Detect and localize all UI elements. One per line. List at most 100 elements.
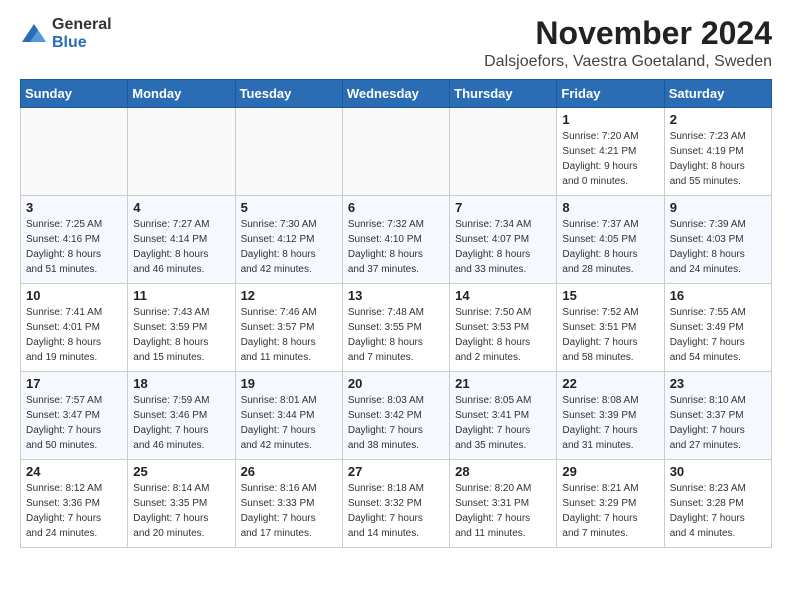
day-number: 24 bbox=[26, 464, 122, 479]
day-number: 15 bbox=[562, 288, 658, 303]
calendar-cell: 30 Sunrise: 8:23 AMSunset: 3:28 PMDayligh… bbox=[664, 460, 771, 548]
weekday-header-sunday: Sunday bbox=[21, 80, 128, 108]
day-info: Sunrise: 7:52 AMSunset: 3:51 PMDaylight:… bbox=[562, 305, 658, 365]
title-area: November 2024 Dalsjoefors, Vaestra Goeta… bbox=[484, 16, 772, 71]
day-info: Sunrise: 8:03 AMSunset: 3:42 PMDaylight:… bbox=[348, 393, 444, 453]
logo: General Blue bbox=[20, 16, 112, 52]
day-info: Sunrise: 8:21 AMSunset: 3:29 PMDaylight:… bbox=[562, 481, 658, 541]
day-number: 8 bbox=[562, 200, 658, 215]
calendar-cell: 8 Sunrise: 7:37 AMSunset: 4:05 PMDaylight… bbox=[557, 196, 664, 284]
calendar-cell bbox=[342, 108, 449, 196]
day-info: Sunrise: 7:34 AMSunset: 4:07 PMDaylight:… bbox=[455, 217, 551, 277]
calendar: SundayMondayTuesdayWednesdayThursdayFrid… bbox=[20, 79, 772, 548]
day-info: Sunrise: 7:37 AMSunset: 4:05 PMDaylight:… bbox=[562, 217, 658, 277]
day-number: 11 bbox=[133, 288, 229, 303]
calendar-cell: 6Sunrise: 7:32 AMSunset: 4:10 PMDaylight… bbox=[342, 196, 449, 284]
weekday-header-wednesday: Wednesday bbox=[342, 80, 449, 108]
day-info: Sunrise: 8:14 AMSunset: 3:35 PMDaylight:… bbox=[133, 481, 229, 541]
day-info: Sunrise: 7:59 AMSunset: 3:46 PMDaylight:… bbox=[133, 393, 229, 453]
calendar-week-4: 17 Sunrise: 7:57 AMSunset: 3:47 PMDayligh… bbox=[21, 372, 772, 460]
calendar-cell: 26Sunrise: 8:16 AMSunset: 3:33 PMDayligh… bbox=[235, 460, 342, 548]
day-info: Sunrise: 8:08 AMSunset: 3:39 PMDaylight:… bbox=[562, 393, 658, 453]
logo-general: General bbox=[52, 16, 112, 33]
calendar-cell: 5 Sunrise: 7:30 AMSunset: 4:12 PMDaylight… bbox=[235, 196, 342, 284]
calendar-cell bbox=[21, 108, 128, 196]
calendar-cell: 27Sunrise: 8:18 AMSunset: 3:32 PMDayligh… bbox=[342, 460, 449, 548]
header: General Blue November 2024 Dalsjoefors, … bbox=[20, 16, 772, 71]
logo-text: General Blue bbox=[52, 16, 112, 52]
day-number: 2 bbox=[670, 112, 766, 127]
day-number: 4 bbox=[133, 200, 229, 215]
calendar-cell: 2 Sunrise: 7:23 AMSunset: 4:19 PMDaylight… bbox=[664, 108, 771, 196]
day-info: Sunrise: 7:23 AMSunset: 4:19 PMDaylight:… bbox=[670, 129, 766, 189]
day-info: Sunrise: 8:23 AMSunset: 3:28 PMDaylight:… bbox=[670, 481, 766, 541]
day-info: Sunrise: 7:25 AMSunset: 4:16 PMDaylight:… bbox=[26, 217, 122, 277]
day-number: 27 bbox=[348, 464, 444, 479]
calendar-cell bbox=[235, 108, 342, 196]
day-info: Sunrise: 8:12 AMSunset: 3:36 PMDaylight:… bbox=[26, 481, 122, 541]
calendar-cell: 21 Sunrise: 8:05 AMSunset: 3:41 PMDayligh… bbox=[450, 372, 557, 460]
calendar-cell bbox=[450, 108, 557, 196]
calendar-week-3: 10 Sunrise: 7:41 AMSunset: 4:01 PMDayligh… bbox=[21, 284, 772, 372]
day-number: 28 bbox=[455, 464, 551, 479]
day-info: Sunrise: 7:27 AMSunset: 4:14 PMDaylight:… bbox=[133, 217, 229, 277]
calendar-cell bbox=[128, 108, 235, 196]
day-number: 21 bbox=[455, 376, 551, 391]
day-info: Sunrise: 7:32 AMSunset: 4:10 PMDaylight:… bbox=[348, 217, 444, 277]
calendar-cell: 11 Sunrise: 7:43 AMSunset: 3:59 PMDayligh… bbox=[128, 284, 235, 372]
calendar-cell: 12 Sunrise: 7:46 AMSunset: 3:57 PMDayligh… bbox=[235, 284, 342, 372]
day-info: Sunrise: 7:57 AMSunset: 3:47 PMDaylight:… bbox=[26, 393, 122, 453]
calendar-cell: 4 Sunrise: 7:27 AMSunset: 4:14 PMDaylight… bbox=[128, 196, 235, 284]
calendar-cell: 25 Sunrise: 8:14 AMSunset: 3:35 PMDayligh… bbox=[128, 460, 235, 548]
calendar-cell: 10 Sunrise: 7:41 AMSunset: 4:01 PMDayligh… bbox=[21, 284, 128, 372]
weekday-header-thursday: Thursday bbox=[450, 80, 557, 108]
weekday-header-friday: Friday bbox=[557, 80, 664, 108]
calendar-cell: 19 Sunrise: 8:01 AMSunset: 3:44 PMDayligh… bbox=[235, 372, 342, 460]
day-number: 3 bbox=[26, 200, 122, 215]
day-info: Sunrise: 7:20 AMSunset: 4:21 PMDaylight:… bbox=[562, 129, 658, 189]
day-number: 7 bbox=[455, 200, 551, 215]
day-info: Sunrise: 8:01 AMSunset: 3:44 PMDaylight:… bbox=[241, 393, 337, 453]
calendar-cell: 15 Sunrise: 7:52 AMSunset: 3:51 PMDayligh… bbox=[557, 284, 664, 372]
day-number: 19 bbox=[241, 376, 337, 391]
calendar-cell: 22Sunrise: 8:08 AMSunset: 3:39 PMDayligh… bbox=[557, 372, 664, 460]
day-info: Sunrise: 7:43 AMSunset: 3:59 PMDaylight:… bbox=[133, 305, 229, 365]
day-number: 14 bbox=[455, 288, 551, 303]
calendar-cell: 23 Sunrise: 8:10 AMSunset: 3:37 PMDayligh… bbox=[664, 372, 771, 460]
day-number: 18 bbox=[133, 376, 229, 391]
weekday-header-saturday: Saturday bbox=[664, 80, 771, 108]
calendar-cell: 9Sunrise: 7:39 AMSunset: 4:03 PMDaylight… bbox=[664, 196, 771, 284]
calendar-week-2: 3 Sunrise: 7:25 AMSunset: 4:16 PMDaylight… bbox=[21, 196, 772, 284]
day-number: 30 bbox=[670, 464, 766, 479]
day-number: 9 bbox=[670, 200, 766, 215]
day-number: 26 bbox=[241, 464, 337, 479]
day-number: 1 bbox=[562, 112, 658, 127]
day-info: Sunrise: 7:48 AMSunset: 3:55 PMDaylight:… bbox=[348, 305, 444, 365]
day-number: 17 bbox=[26, 376, 122, 391]
day-info: Sunrise: 7:55 AMSunset: 3:49 PMDaylight:… bbox=[670, 305, 766, 365]
calendar-cell: 17 Sunrise: 7:57 AMSunset: 3:47 PMDayligh… bbox=[21, 372, 128, 460]
day-info: Sunrise: 8:20 AMSunset: 3:31 PMDaylight:… bbox=[455, 481, 551, 541]
calendar-week-5: 24 Sunrise: 8:12 AMSunset: 3:36 PMDayligh… bbox=[21, 460, 772, 548]
calendar-week-1: 1 Sunrise: 7:20 AMSunset: 4:21 PMDaylight… bbox=[21, 108, 772, 196]
day-number: 23 bbox=[670, 376, 766, 391]
day-number: 12 bbox=[241, 288, 337, 303]
day-info: Sunrise: 7:46 AMSunset: 3:57 PMDaylight:… bbox=[241, 305, 337, 365]
calendar-cell: 3 Sunrise: 7:25 AMSunset: 4:16 PMDaylight… bbox=[21, 196, 128, 284]
calendar-cell: 13Sunrise: 7:48 AMSunset: 3:55 PMDayligh… bbox=[342, 284, 449, 372]
weekday-header-tuesday: Tuesday bbox=[235, 80, 342, 108]
day-info: Sunrise: 8:05 AMSunset: 3:41 PMDaylight:… bbox=[455, 393, 551, 453]
month-title: November 2024 bbox=[484, 16, 772, 51]
day-number: 5 bbox=[241, 200, 337, 215]
calendar-cell: 7 Sunrise: 7:34 AMSunset: 4:07 PMDaylight… bbox=[450, 196, 557, 284]
day-info: Sunrise: 7:30 AMSunset: 4:12 PMDaylight:… bbox=[241, 217, 337, 277]
day-number: 10 bbox=[26, 288, 122, 303]
day-info: Sunrise: 8:10 AMSunset: 3:37 PMDaylight:… bbox=[670, 393, 766, 453]
calendar-cell: 14Sunrise: 7:50 AMSunset: 3:53 PMDayligh… bbox=[450, 284, 557, 372]
logo-blue: Blue bbox=[52, 34, 87, 51]
logo-icon bbox=[20, 22, 48, 46]
day-number: 29 bbox=[562, 464, 658, 479]
day-info: Sunrise: 7:41 AMSunset: 4:01 PMDaylight:… bbox=[26, 305, 122, 365]
calendar-cell: 29 Sunrise: 8:21 AMSunset: 3:29 PMDayligh… bbox=[557, 460, 664, 548]
day-number: 25 bbox=[133, 464, 229, 479]
